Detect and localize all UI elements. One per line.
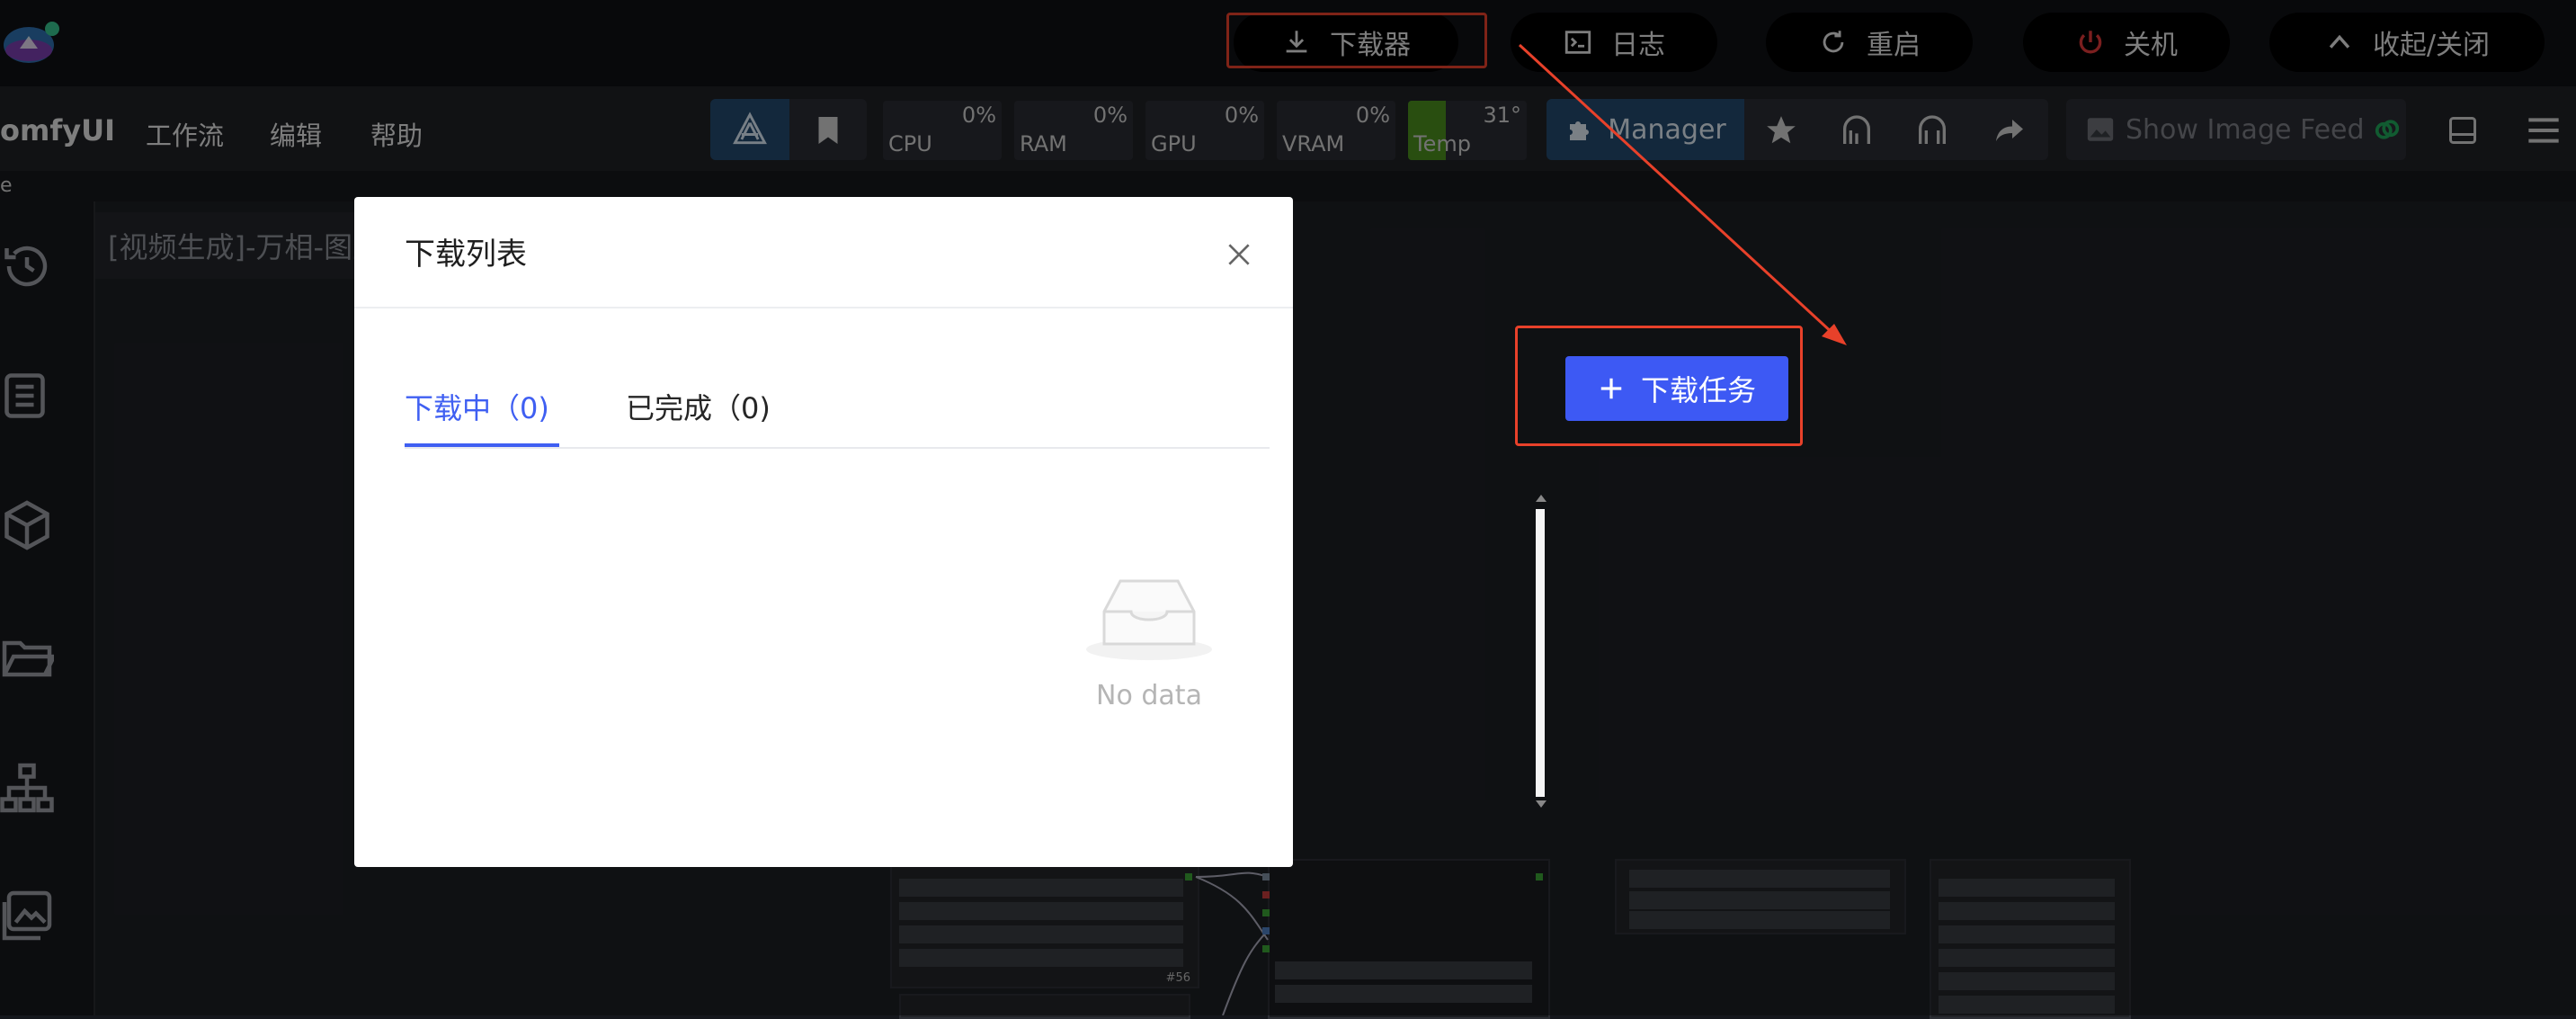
- close-button[interactable]: [1219, 235, 1259, 274]
- download-list-dialog: 下载列表 下载中（0) 已完成（0) No data: [354, 197, 1293, 867]
- tab-completed[interactable]: 已完成（0): [626, 386, 771, 427]
- scroll-up-arrow-icon[interactable]: [1534, 491, 1548, 505]
- empty-inbox-icon: [1086, 579, 1212, 660]
- add-task-highlight: [1515, 326, 1803, 446]
- tab-downloading[interactable]: 下载中（0): [405, 386, 549, 427]
- tab-bar-line: [405, 447, 1270, 449]
- close-icon: [1228, 244, 1250, 265]
- scroll-down-arrow-icon[interactable]: [1534, 797, 1548, 811]
- scrollbar-track[interactable]: [1536, 509, 1545, 797]
- dialog-title: 下载列表: [405, 237, 527, 273]
- active-tab-indicator: [405, 443, 559, 447]
- dialog-divider: [354, 307, 1293, 308]
- empty-text: No data: [1096, 680, 1202, 711]
